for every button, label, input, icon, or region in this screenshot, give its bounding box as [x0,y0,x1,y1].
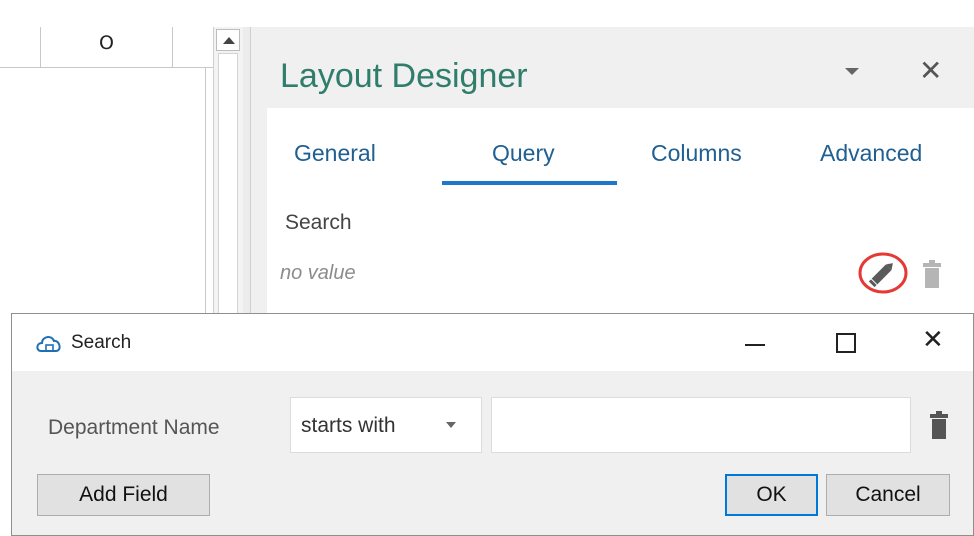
tab-advanced[interactable]: Advanced [820,140,922,167]
dialog-title: Search [71,332,132,353]
remove-field-trash-icon[interactable] [929,410,949,440]
dialog-close-icon[interactable]: ✕ [922,327,944,353]
chevron-down-icon [446,422,456,428]
minimize-button[interactable] [745,332,767,356]
column-divider [172,27,173,67]
search-value-input[interactable] [491,397,911,453]
add-field-button[interactable]: Add Field [37,474,210,516]
field-label-department-name: Department Name [48,416,220,439]
pane-close-icon[interactable]: ✕ [919,57,942,85]
tab-columns[interactable]: Columns [651,140,742,167]
cancel-button[interactable]: Cancel [826,474,950,516]
edit-search-button[interactable] [857,251,909,295]
designer-body: General Query Columns Advanced Search no… [267,108,974,328]
delete-search-trash-icon[interactable] [922,259,942,289]
dialog-titlebar[interactable]: Search ✕ [12,314,973,371]
operator-select[interactable]: starts with [290,397,482,453]
pane-options-chevron-down-icon[interactable] [845,68,859,75]
column-header-row: O [0,27,213,68]
scroll-track[interactable] [218,53,238,333]
ok-button[interactable]: OK [725,474,818,516]
designer-title: Layout Designer [280,57,528,95]
scroll-up-arrow-icon[interactable] [216,29,240,51]
active-tab-indicator [442,181,617,185]
tab-query[interactable]: Query [492,140,555,167]
search-dialog: Search ✕ Department Name starts with Add… [11,313,974,536]
grid-line [205,67,206,327]
cloud-search-icon [36,336,61,352]
column-header-o[interactable]: O [41,27,172,67]
operator-select-value: starts with [301,414,396,437]
vertical-scrollbar[interactable] [213,27,245,333]
pane-separator[interactable] [243,27,251,327]
layout-designer-pane: Layout Designer ✕ General Query Columns … [251,27,974,328]
tab-general[interactable]: General [294,140,376,167]
pencil-icon [858,252,908,294]
maximize-button[interactable] [836,333,856,353]
search-value-text: no value [280,262,356,284]
search-section-label: Search [285,211,352,234]
